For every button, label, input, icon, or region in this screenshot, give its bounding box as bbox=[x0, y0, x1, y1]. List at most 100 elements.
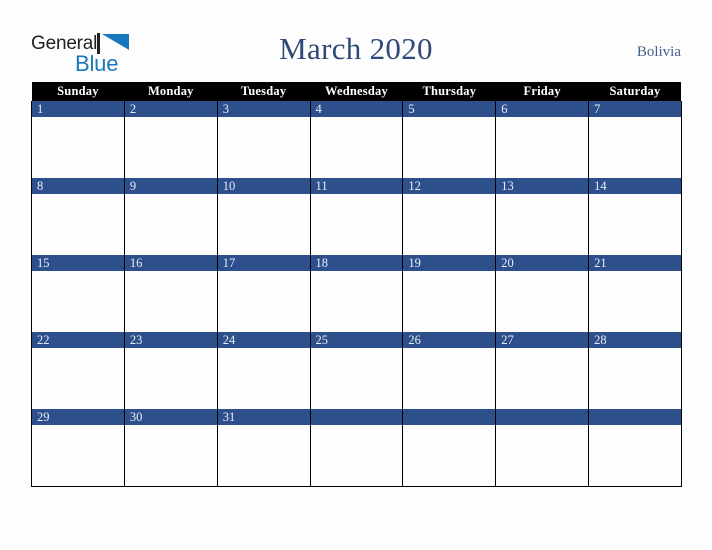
weekday-header-tuesday: Tuesday bbox=[217, 82, 311, 101]
day-events-area[interactable] bbox=[32, 425, 124, 486]
day-number: 2 bbox=[124, 101, 217, 117]
day-events-area[interactable] bbox=[310, 271, 403, 332]
calendar-week-row: 8 9 10 11 12 13 14 bbox=[31, 178, 682, 255]
day-events-area[interactable] bbox=[496, 348, 589, 409]
day-events-area[interactable] bbox=[217, 348, 310, 409]
day-events-area[interactable] bbox=[403, 194, 496, 255]
calendar-day-cell[interactable]: 4 bbox=[309, 101, 404, 178]
calendar-day-cell[interactable]: 8 bbox=[31, 178, 125, 255]
day-events-area[interactable] bbox=[124, 194, 217, 255]
day-events-area[interactable] bbox=[589, 117, 681, 178]
calendar-day-cell[interactable]: 16 bbox=[123, 255, 218, 332]
day-events-area[interactable] bbox=[124, 271, 217, 332]
day-events-area[interactable] bbox=[217, 194, 310, 255]
day-number bbox=[496, 409, 589, 425]
calendar-day-cell[interactable]: 6 bbox=[495, 101, 590, 178]
day-events-area[interactable] bbox=[496, 271, 589, 332]
calendar-day-cell[interactable]: 28 bbox=[588, 332, 682, 409]
day-events-area[interactable] bbox=[589, 271, 681, 332]
day-events-area[interactable] bbox=[217, 271, 310, 332]
calendar-day-cell[interactable]: 25 bbox=[309, 332, 404, 409]
day-events-area[interactable] bbox=[32, 117, 124, 178]
calendar-day-cell[interactable]: 26 bbox=[402, 332, 497, 409]
day-events-area[interactable] bbox=[310, 194, 403, 255]
calendar-day-cell[interactable]: 23 bbox=[123, 332, 218, 409]
calendar-day-cell[interactable]: 12 bbox=[402, 178, 497, 255]
calendar-day-cell[interactable] bbox=[495, 409, 590, 487]
day-number bbox=[403, 409, 496, 425]
day-number: 6 bbox=[496, 101, 589, 117]
day-number: 9 bbox=[124, 178, 217, 194]
day-events-area[interactable] bbox=[589, 194, 681, 255]
day-number: 23 bbox=[124, 332, 217, 348]
calendar-day-cell[interactable]: 3 bbox=[216, 101, 311, 178]
calendar-day-cell[interactable]: 10 bbox=[216, 178, 311, 255]
day-events-area[interactable] bbox=[32, 194, 124, 255]
day-number: 28 bbox=[589, 332, 681, 348]
day-number: 10 bbox=[217, 178, 310, 194]
day-events-area[interactable] bbox=[217, 117, 310, 178]
day-number: 8 bbox=[32, 178, 124, 194]
calendar-day-cell[interactable]: 15 bbox=[31, 255, 125, 332]
calendar-day-cell[interactable]: 7 bbox=[588, 101, 682, 178]
calendar-day-cell[interactable]: 18 bbox=[309, 255, 404, 332]
calendar-day-cell[interactable] bbox=[402, 409, 497, 487]
day-number: 16 bbox=[124, 255, 217, 271]
day-number: 30 bbox=[124, 409, 217, 425]
day-events-area[interactable] bbox=[403, 117, 496, 178]
weekday-header-thursday: Thursday bbox=[402, 82, 496, 101]
calendar-day-cell[interactable]: 1 bbox=[31, 101, 125, 178]
day-events-area[interactable] bbox=[32, 271, 124, 332]
day-number: 24 bbox=[217, 332, 310, 348]
day-number: 19 bbox=[403, 255, 496, 271]
calendar-day-cell[interactable]: 11 bbox=[309, 178, 404, 255]
day-number: 26 bbox=[403, 332, 496, 348]
day-events-area[interactable] bbox=[124, 117, 217, 178]
calendar-day-cell[interactable]: 2 bbox=[123, 101, 218, 178]
day-number: 29 bbox=[32, 409, 124, 425]
calendar-day-cell[interactable]: 19 bbox=[402, 255, 497, 332]
calendar-day-cell[interactable]: 14 bbox=[588, 178, 682, 255]
day-number: 13 bbox=[496, 178, 589, 194]
day-events-area[interactable] bbox=[217, 425, 310, 486]
calendar-day-cell[interactable]: 17 bbox=[216, 255, 311, 332]
day-events-area[interactable] bbox=[496, 117, 589, 178]
day-events-area[interactable] bbox=[124, 348, 217, 409]
day-events-area[interactable] bbox=[32, 348, 124, 409]
calendar-day-cell[interactable]: 31 bbox=[216, 409, 311, 487]
day-events-area[interactable] bbox=[589, 348, 681, 409]
day-number: 5 bbox=[403, 101, 496, 117]
calendar-day-cell[interactable] bbox=[309, 409, 404, 487]
day-number: 18 bbox=[310, 255, 403, 271]
calendar-day-cell[interactable]: 24 bbox=[216, 332, 311, 409]
day-number: 12 bbox=[403, 178, 496, 194]
day-events-area[interactable] bbox=[589, 425, 681, 486]
day-number bbox=[310, 409, 403, 425]
calendar-day-cell[interactable]: 22 bbox=[31, 332, 125, 409]
day-events-area[interactable] bbox=[403, 425, 496, 486]
calendar-day-cell[interactable] bbox=[588, 409, 682, 487]
calendar-day-cell[interactable]: 30 bbox=[123, 409, 218, 487]
day-events-area[interactable] bbox=[124, 425, 217, 486]
calendar-day-cell[interactable]: 29 bbox=[31, 409, 125, 487]
day-events-area[interactable] bbox=[310, 348, 403, 409]
calendar-day-cell[interactable]: 20 bbox=[495, 255, 590, 332]
day-number: 27 bbox=[496, 332, 589, 348]
calendar-grid: Sunday Monday Tuesday Wednesday Thursday… bbox=[31, 82, 682, 487]
calendar-week-row: 29 30 31 bbox=[31, 409, 682, 487]
day-events-area[interactable] bbox=[310, 117, 403, 178]
day-events-area[interactable] bbox=[403, 271, 496, 332]
weekday-header-saturday: Saturday bbox=[588, 82, 682, 101]
calendar-day-cell[interactable]: 27 bbox=[495, 332, 590, 409]
day-events-area[interactable] bbox=[496, 425, 589, 486]
day-events-area[interactable] bbox=[403, 348, 496, 409]
calendar-day-cell[interactable]: 5 bbox=[402, 101, 497, 178]
calendar-day-cell[interactable]: 13 bbox=[495, 178, 590, 255]
day-events-area[interactable] bbox=[310, 425, 403, 486]
day-events-area[interactable] bbox=[496, 194, 589, 255]
calendar-day-cell[interactable]: 21 bbox=[588, 255, 682, 332]
day-number: 4 bbox=[310, 101, 403, 117]
calendar-day-cell[interactable]: 9 bbox=[123, 178, 218, 255]
calendar-body: 1 2 3 4 5 6 7 8 9 10 11 12 13 14 15 16 1… bbox=[31, 101, 682, 487]
weekday-header-monday: Monday bbox=[124, 82, 218, 101]
